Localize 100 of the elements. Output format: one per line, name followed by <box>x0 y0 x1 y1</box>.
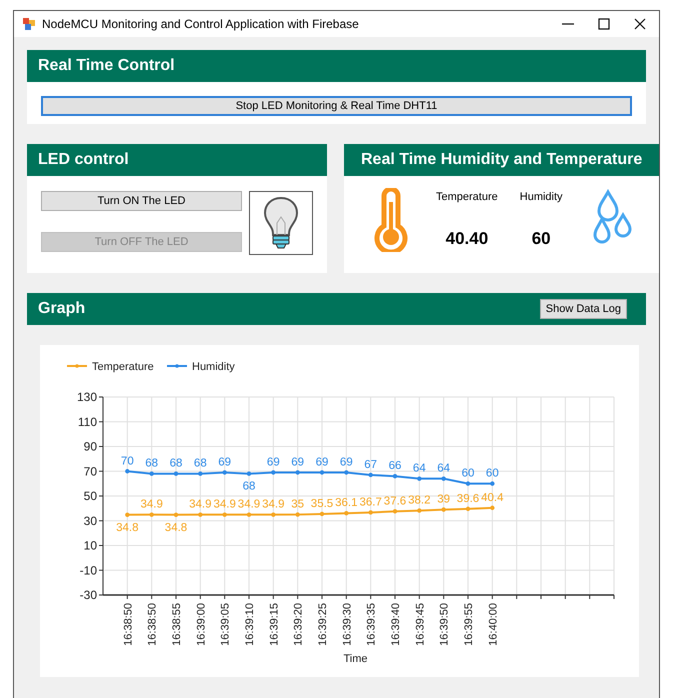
y-tick-label: -10 <box>80 563 97 578</box>
data-point <box>392 474 398 478</box>
panel-title: Graph <box>38 299 86 319</box>
y-tick-label: 50 <box>84 489 97 503</box>
data-point <box>222 470 227 475</box>
reading-value: 60 <box>532 228 551 250</box>
y-tick-label: 130 <box>76 390 97 404</box>
data-label: 68 <box>194 458 207 470</box>
data-label: 69 <box>316 456 328 468</box>
data-point <box>174 512 178 517</box>
data-point <box>295 470 300 475</box>
data-point <box>392 509 398 514</box>
data-label: 68 <box>242 480 256 493</box>
stop-monitoring-button[interactable]: Stop LED Monitoring & Real Time DHT11 <box>41 96 632 116</box>
close-icon[interactable] <box>633 17 647 31</box>
data-label: 36.1 <box>335 497 358 510</box>
panel-title: LED control <box>38 150 129 170</box>
x-tick-label: 16:40:00 <box>487 603 500 646</box>
x-tick-label: 16:38:55 <box>171 603 183 646</box>
data-point <box>320 470 324 475</box>
x-axis-title: Time <box>343 653 368 665</box>
data-label: 40.4 <box>481 492 504 504</box>
legend-label: Humidity <box>192 361 235 373</box>
x-tick-label: 16:39:35 <box>366 603 378 646</box>
data-point <box>295 512 300 517</box>
x-tick-label: 16:39:20 <box>292 603 305 646</box>
data-label: 34.9 <box>238 498 260 511</box>
data-point <box>417 476 422 481</box>
y-tick-label: -30 <box>80 588 97 602</box>
x-tick-label: 16:39:40 <box>390 603 402 646</box>
x-tick-label: 16:39:10 <box>244 603 256 646</box>
y-tick-label: 110 <box>78 414 97 429</box>
x-tick-label: 16:38:50 <box>146 603 159 646</box>
data-point <box>344 511 349 516</box>
data-point <box>198 472 203 476</box>
x-tick-label: 16:38:50 <box>122 603 134 646</box>
data-label: 69 <box>218 456 232 468</box>
data-point <box>320 512 324 516</box>
y-tick-label: 90 <box>84 440 97 454</box>
data-label: 69 <box>266 456 280 468</box>
data-label: 34.8 <box>164 522 188 534</box>
data-point <box>271 470 276 475</box>
led-button[interactable]: Turn ON The LED <box>41 191 242 211</box>
show-data-log-button[interactable]: Show Data Log <box>540 299 627 319</box>
data-label: 35 <box>291 498 304 511</box>
data-point <box>198 512 203 517</box>
data-label: 64 <box>437 462 450 475</box>
data-point <box>441 507 446 512</box>
data-point <box>344 470 349 475</box>
x-tick-label: 16:39:30 <box>341 603 354 646</box>
light-bulb-icon <box>261 195 301 251</box>
y-tick-label: 30 <box>84 514 97 528</box>
data-label: 37.6 <box>384 495 406 508</box>
data-label: 70 <box>120 455 134 468</box>
data-point <box>246 512 252 517</box>
panel-title: Real Time Control <box>38 56 175 76</box>
data-label: 69 <box>340 456 353 468</box>
data-point <box>246 472 252 476</box>
data-point <box>490 481 495 486</box>
data-point <box>222 512 227 517</box>
panel-title: Real Time Humidity and Temperature <box>361 150 642 170</box>
data-point <box>368 472 373 478</box>
x-tick-label: 16:39:45 <box>414 603 426 646</box>
data-point <box>125 512 130 517</box>
x-tick-label: 16:39:25 <box>317 603 329 646</box>
data-point <box>125 469 130 474</box>
legend-label: Temperature <box>92 361 154 373</box>
reading-label: Humidity <box>520 190 563 205</box>
reading-label: Temperature <box>436 190 498 205</box>
data-point <box>466 506 470 512</box>
data-label: 68 <box>170 458 182 470</box>
data-label: 64 <box>412 462 426 475</box>
data-label: 34.8 <box>116 522 139 534</box>
data-point <box>149 512 154 517</box>
x-tick-label: 16:39:00 <box>195 603 208 646</box>
data-label: 34.9 <box>213 498 236 511</box>
data-point <box>417 508 422 513</box>
data-label: 38.2 <box>408 494 431 507</box>
data-label: 34.9 <box>189 498 212 511</box>
y-tick-label: 70 <box>84 464 97 478</box>
data-label: 39.6 <box>456 492 480 505</box>
app-icon <box>22 17 36 31</box>
data-point <box>271 512 276 517</box>
data-label: 35.5 <box>310 498 334 510</box>
data-label: 60 <box>462 468 474 480</box>
data-label: 68 <box>145 458 158 470</box>
data-point <box>149 472 154 476</box>
data-label: 34.9 <box>140 498 163 511</box>
reading-value: 40.40 <box>446 228 488 250</box>
data-label: 34.9 <box>262 498 285 511</box>
x-tick-label: 16:39:55 <box>463 603 475 646</box>
x-tick-label: 16:39:05 <box>220 603 232 646</box>
maximize-icon[interactable] <box>597 17 611 31</box>
data-label: 66 <box>388 460 402 472</box>
y-tick-label: 10 <box>84 538 97 552</box>
x-tick-label: 16:39:15 <box>268 603 280 646</box>
data-point <box>490 506 495 510</box>
data-label: 36.7 <box>359 496 382 508</box>
data-label: 67 <box>364 458 378 471</box>
data-label: 39 <box>437 494 450 506</box>
